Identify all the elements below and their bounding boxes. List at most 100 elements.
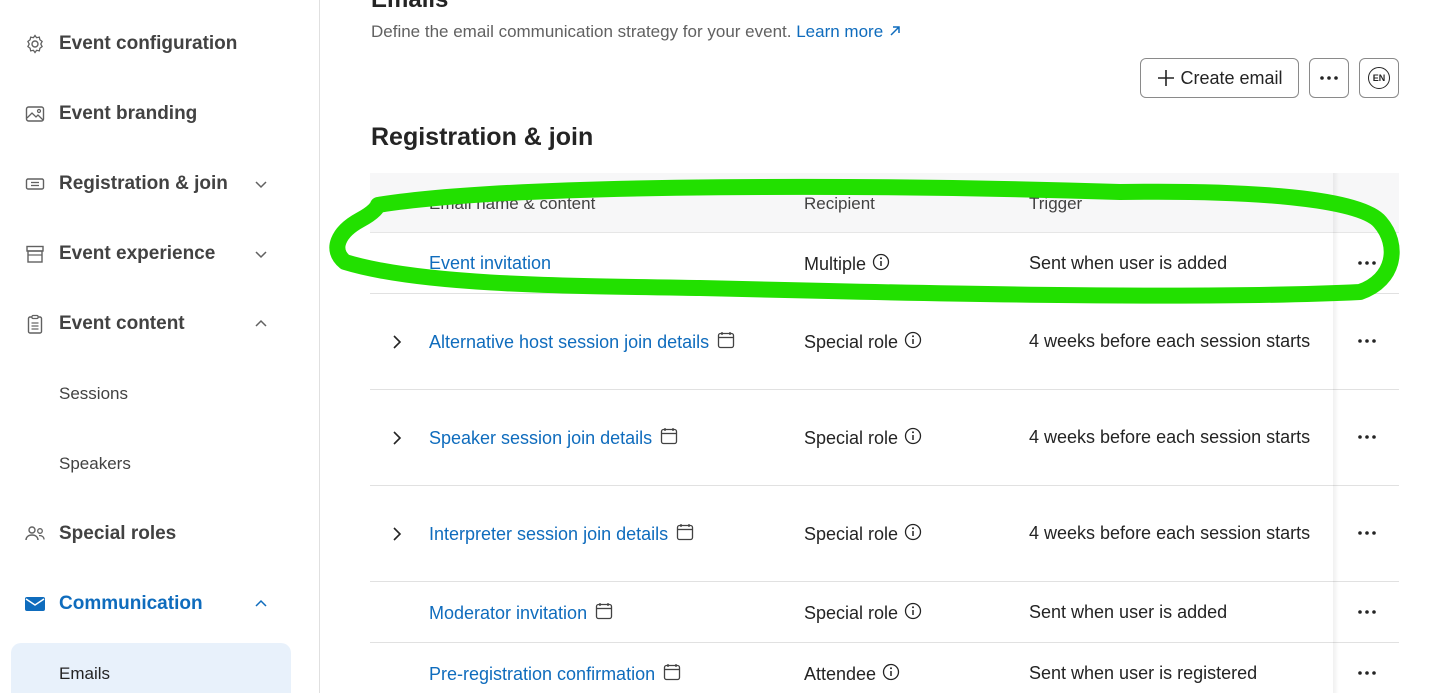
- sidebar: Event configuration Event branding Regis…: [0, 0, 320, 693]
- sidebar-item-emails[interactable]: Emails: [0, 649, 320, 693]
- info-icon[interactable]: [904, 602, 922, 625]
- row-more-options-icon[interactable]: [1356, 432, 1378, 442]
- gear-icon: [24, 33, 46, 55]
- trigger-cell: Sent when user is added: [1029, 601, 1228, 622]
- email-name-link[interactable]: Pre-registration confirmation: [429, 664, 655, 685]
- email-name-cell: Alternative host session join details: [429, 331, 735, 354]
- sidebar-item-label: Emails: [59, 664, 111, 683]
- recipient-cell: Special role: [804, 427, 922, 450]
- recipient-cell: Special role: [804, 523, 922, 546]
- email-name-cell: Pre-registration confirmation: [429, 663, 681, 686]
- email-name-link[interactable]: Moderator invitation: [429, 603, 587, 624]
- create-email-button[interactable]: Create email: [1140, 58, 1299, 98]
- email-name-link[interactable]: Event invitation: [429, 253, 551, 274]
- info-icon[interactable]: [904, 427, 922, 450]
- external-link-icon: [890, 26, 900, 36]
- table-row[interactable]: Interpreter session join details Special …: [370, 486, 1399, 582]
- recipient-label: Special role: [804, 332, 899, 352]
- sidebar-item-label: Speakers: [59, 454, 131, 473]
- language-badge-icon: EN: [1368, 67, 1390, 89]
- table-row[interactable]: Alternative host session join details Spe…: [370, 294, 1399, 390]
- main-content: Emails Define the email communication st…: [321, 0, 1429, 693]
- sidebar-item-sessions[interactable]: Sessions: [0, 369, 320, 419]
- chevron-right-icon[interactable]: [388, 429, 406, 447]
- sidebar-item-event-content[interactable]: Event content: [0, 299, 320, 349]
- sidebar-item-registration-join[interactable]: Registration & join: [0, 159, 320, 209]
- sidebar-item-speakers[interactable]: Speakers: [0, 439, 320, 489]
- trigger-cell: Sent when user is added: [1029, 252, 1228, 273]
- table-header: Email name & content Recipient Trigger: [370, 173, 1399, 233]
- info-icon[interactable]: [904, 523, 922, 546]
- sidebar-item-label: Sessions: [59, 384, 128, 403]
- learn-more-link[interactable]: Learn more: [796, 22, 902, 41]
- calendar-icon: [676, 523, 694, 546]
- column-header-recipient[interactable]: Recipient: [804, 194, 875, 214]
- email-name-link[interactable]: Alternative host session join details: [429, 332, 709, 353]
- info-icon[interactable]: [882, 663, 900, 686]
- people-icon: [24, 523, 46, 545]
- recipient-label: Special role: [804, 428, 899, 448]
- chevron-right-icon[interactable]: [388, 333, 406, 351]
- store-icon: [24, 243, 46, 265]
- chevron-up-icon[interactable]: [252, 595, 270, 613]
- calendar-icon: [595, 602, 613, 625]
- table-row[interactable]: Moderator invitation Special role Sent whe…: [370, 582, 1399, 643]
- ticket-icon: [24, 173, 46, 195]
- sidebar-item-label: Special roles: [59, 523, 177, 544]
- recipient-cell: Special role: [804, 331, 922, 354]
- sidebar-item-event-branding[interactable]: Event branding: [0, 89, 320, 139]
- sidebar-item-label: Communication: [59, 593, 203, 614]
- calendar-icon: [663, 663, 681, 686]
- clipboard-icon: [24, 313, 46, 335]
- info-icon[interactable]: [904, 331, 922, 354]
- trigger-cell: 4 weeks before each session starts: [1029, 331, 1311, 351]
- chevron-up-icon[interactable]: [252, 315, 270, 333]
- row-more-options-icon[interactable]: [1356, 607, 1378, 617]
- column-header-name[interactable]: Email name & content: [429, 194, 595, 214]
- recipient-cell: Multiple: [804, 253, 890, 276]
- recipient-cell: Attendee: [804, 663, 900, 686]
- sidebar-item-label: Event content: [59, 313, 185, 334]
- chevron-down-icon[interactable]: [252, 175, 270, 193]
- table-row[interactable]: Speaker session join details Special role…: [370, 390, 1399, 486]
- sidebar-item-event-configuration[interactable]: Event configuration: [0, 19, 320, 69]
- row-more-options-icon[interactable]: [1356, 528, 1378, 538]
- recipient-cell: Special role: [804, 602, 922, 625]
- row-more-options-icon[interactable]: [1356, 336, 1378, 346]
- email-name-link[interactable]: Speaker session join details: [429, 428, 652, 449]
- email-name-cell: Interpreter session join details: [429, 523, 694, 546]
- recipient-label: Special role: [804, 602, 899, 623]
- trigger-cell: Sent when user is registered: [1029, 662, 1258, 683]
- table-row[interactable]: Pre-registration confirmation Attendee Sen…: [370, 643, 1399, 693]
- chevron-right-icon[interactable]: [388, 525, 406, 543]
- sticky-column-shadow: [1333, 173, 1339, 693]
- email-name-cell: Moderator invitation: [429, 602, 613, 625]
- recipient-label: Multiple: [804, 253, 867, 274]
- more-options-button[interactable]: [1309, 58, 1349, 98]
- sidebar-item-label: Event branding: [59, 103, 198, 124]
- sidebar-item-label: Event experience: [59, 243, 216, 264]
- sidebar-item-label: Registration & join: [59, 173, 228, 194]
- chevron-down-icon[interactable]: [252, 245, 270, 263]
- trigger-cell: 4 weeks before each session starts: [1029, 427, 1311, 447]
- table-row[interactable]: Event invitation Multiple Sent when user i…: [370, 233, 1399, 294]
- sidebar-item-event-experience[interactable]: Event experience: [0, 229, 320, 279]
- description-text: Define the email communication strategy …: [371, 22, 792, 41]
- row-more-options-icon[interactable]: [1356, 668, 1378, 678]
- email-name-cell: Speaker session join details: [429, 427, 678, 450]
- language-button[interactable]: EN: [1359, 58, 1399, 98]
- calendar-icon: [660, 427, 678, 450]
- sidebar-item-special-roles[interactable]: Special roles: [0, 509, 320, 559]
- sidebar-item-communication[interactable]: Communication: [0, 579, 320, 629]
- section-title: Registration & join: [371, 123, 594, 151]
- column-header-trigger[interactable]: Trigger: [1029, 194, 1082, 214]
- email-name-cell: Event invitation: [429, 253, 551, 274]
- row-more-options-icon[interactable]: [1356, 258, 1378, 268]
- image-icon: [24, 103, 46, 125]
- recipient-label: Attendee: [804, 663, 877, 684]
- page-title: Emails: [371, 0, 448, 14]
- email-name-link[interactable]: Interpreter session join details: [429, 524, 668, 545]
- learn-more-label: Learn more: [796, 22, 884, 41]
- info-icon[interactable]: [872, 253, 890, 276]
- page-description: Define the email communication strategy …: [371, 22, 902, 42]
